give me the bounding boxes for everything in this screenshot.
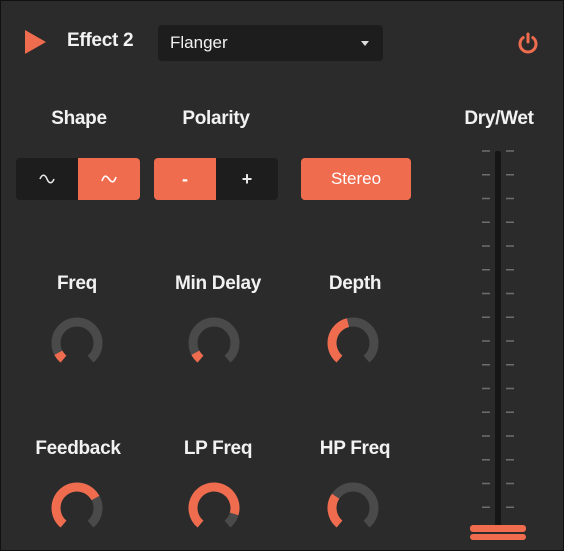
effect-panel: Effect 2 Flanger Shape Polarity Dry/Wet … [0, 0, 564, 551]
polarity-minus-button[interactable]: - [154, 158, 216, 200]
depth-knob[interactable] [323, 313, 383, 373]
polarity-label: Polarity [182, 108, 250, 129]
sine-wave-icon [39, 174, 55, 184]
shape-triangle-button[interactable] [78, 158, 140, 200]
polarity-plus-button[interactable]: + [216, 158, 278, 200]
chevron-down-icon [361, 41, 369, 46]
polarity-plus-label: + [241, 168, 253, 189]
triangle-wave-icon [101, 175, 117, 183]
min-delay-knob[interactable] [184, 313, 244, 373]
freq-label: Freq [57, 273, 97, 294]
power-icon[interactable] [517, 32, 539, 54]
freq-knob[interactable] [47, 313, 107, 373]
dry-wet-slider[interactable] [467, 141, 529, 547]
feedback-label: Feedback [35, 438, 121, 459]
lp-freq-knob[interactable] [184, 478, 244, 538]
slider-track [495, 151, 501, 531]
feedback-knob[interactable] [47, 478, 107, 538]
polarity-minus-label: - [182, 168, 188, 189]
knob-value-arc [327, 318, 350, 363]
knob-value-arc [54, 350, 67, 363]
effect-title: Effect 2 [67, 30, 134, 51]
dry-wet-label: Dry/Wet [464, 108, 534, 129]
play-icon[interactable] [25, 30, 46, 54]
slider-handle-bottom [470, 534, 526, 540]
hp-freq-knob[interactable] [323, 478, 383, 538]
effect-type-value: Flanger [170, 33, 228, 52]
depth-label: Depth [328, 273, 382, 294]
shape-sine-button[interactable] [16, 158, 78, 200]
effect-type-dropdown[interactable]: Flanger [158, 25, 383, 61]
knob-value-arc [327, 493, 343, 528]
lp-freq-label: LP Freq [183, 438, 253, 459]
stereo-label: Stereo [330, 169, 382, 188]
knob-pointer [350, 331, 353, 343]
knob-pointer [66, 343, 77, 349]
knob-value-arc [191, 350, 204, 363]
knob-pointer [77, 502, 88, 508]
shape-label: Shape [51, 108, 107, 129]
stereo-button[interactable]: Stereo [301, 158, 411, 200]
slider-handle-top [470, 525, 526, 532]
knob-value-arc [51, 482, 100, 528]
min-delay-label: Min Delay [175, 273, 261, 294]
hp-freq-label: HP Freq [319, 438, 391, 459]
knob-pointer [203, 343, 214, 349]
knob-pointer [214, 508, 226, 511]
knob-pointer [343, 501, 353, 508]
